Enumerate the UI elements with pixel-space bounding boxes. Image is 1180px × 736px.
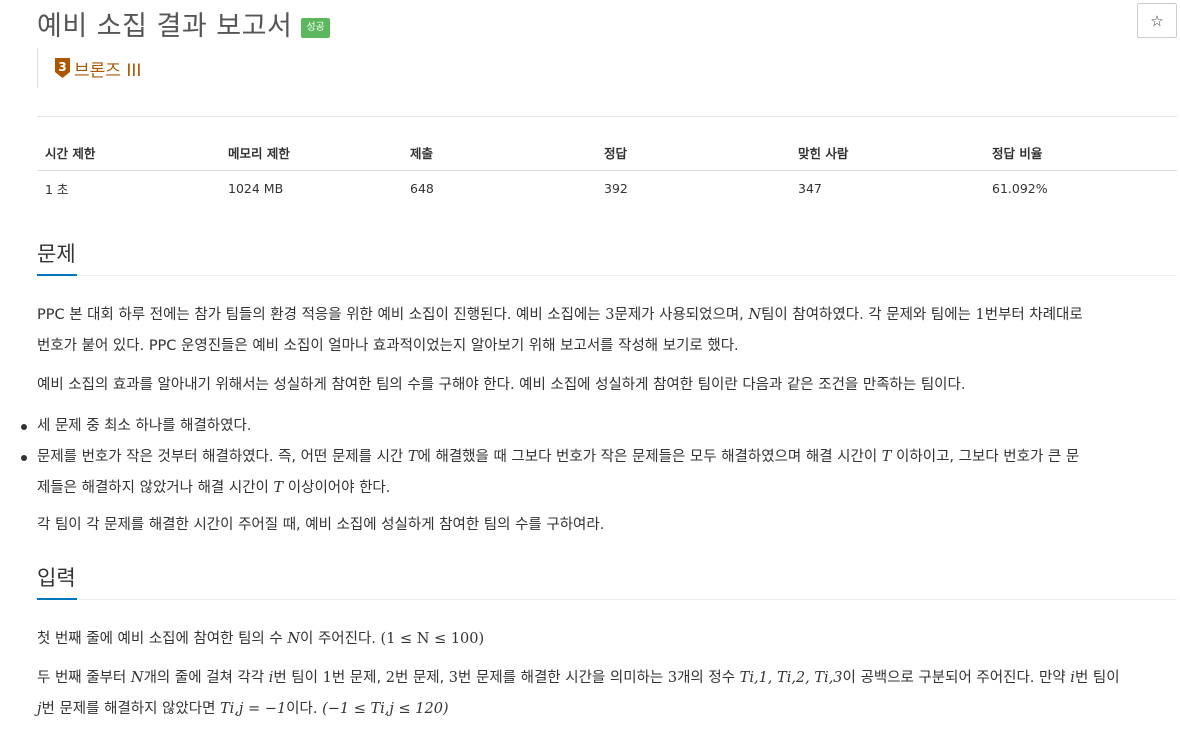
stats-header-memory-limit: 메모리 제한 xyxy=(220,136,402,171)
stats-accepted: 392 xyxy=(604,180,628,196)
math-number: 1 xyxy=(975,307,985,323)
text-run: 이하이고, 그보다 번호가 큰 문 xyxy=(891,449,1080,465)
stats-header-ratio: 정답 비율 xyxy=(984,136,1177,171)
text-run: 문제가 사용되었으며, xyxy=(614,307,749,323)
problem-section-heading: 문제 xyxy=(37,242,76,266)
math-number: 3 xyxy=(605,307,615,323)
section-accent xyxy=(37,274,77,276)
text-run: 세 문제 중 최소 하나를 해결하였다. xyxy=(37,418,252,434)
problem-paragraph-1: PPC 본 대회 하루 전에는 참가 팀들의 환경 적응을 위한 예비 소집이 … xyxy=(37,300,1177,362)
text-run: 번 팀이 xyxy=(1074,670,1120,686)
text-run: 제들은 해결하지 않았거나 해결 시간이 xyxy=(37,480,274,496)
list-item: 문제를 번호가 작은 것부터 해결하였다. 즉, 어떤 문제를 시간 T에 해결… xyxy=(21,442,1177,504)
text-run: 번 문제, xyxy=(331,670,386,686)
stats-time-limit: 1 초 xyxy=(45,181,69,197)
stats-value-row: 1 초 1024 MB 648 392 347 61.092% xyxy=(37,170,1177,206)
text-run: 이 공백으로 구분되어 주어진다. 만약 xyxy=(842,670,1071,686)
text-run: 이다. xyxy=(286,701,323,717)
tier-label[interactable]: 브론즈 III xyxy=(74,56,141,81)
text-run: 에 해결했을 때 그보다 번호가 작은 문제들은 모두 해결하였으며 해결 시간… xyxy=(417,449,882,465)
text-run: PPC 본 대회 하루 전에는 참가 팀들의 환경 적응을 위한 예비 소집이 … xyxy=(37,307,606,323)
math-number: 3 xyxy=(667,670,678,686)
title-row: 예비 소집 결과 보고서 성공 xyxy=(37,4,330,43)
text-run: 팀이 참여하였다. 각 문제와 팀에는 xyxy=(761,307,976,323)
text-run: 두 번째 줄부터 xyxy=(37,670,131,686)
stats-header-row: 시간 제한 메모리 제한 제출 정답 맞힌 사람 정답 비율 xyxy=(37,136,1177,171)
math-variable: T xyxy=(407,449,418,465)
stats-header-solvers: 맞힌 사람 xyxy=(790,136,984,171)
status-badge: 성공 xyxy=(301,17,330,38)
problem-title: 예비 소집 결과 보고서 xyxy=(37,11,293,42)
text-run: 첫 번째 줄에 예비 소집에 참여한 팀의 수 xyxy=(37,631,288,647)
problem-paragraph-3: 각 팀이 각 문제를 해결한 시간이 주어질 때, 예비 소집에 성실하게 참여… xyxy=(37,517,605,533)
text-run: 번 팀이 xyxy=(273,670,323,686)
math-expression: Ti,j = −1 xyxy=(220,701,287,717)
input-line-2: 두 번째 줄부터 N개의 줄에 걸쳐 각각 i번 팀이 1번 문제, 2번 문제… xyxy=(37,663,1177,725)
stats-submissions: 648 xyxy=(410,180,434,196)
math-variable: T xyxy=(881,449,892,465)
math-number: 3 xyxy=(448,670,459,686)
input-line-1: 첫 번째 줄에 예비 소집에 참여한 팀의 수 N이 주어진다. (1 ≤ N … xyxy=(37,624,1177,655)
math-variable: N xyxy=(130,670,144,686)
condition-list: 세 문제 중 최소 하나를 해결하였다. 문제를 번호가 작은 것부터 해결하였… xyxy=(21,411,1177,504)
input-section-underline xyxy=(37,598,1177,600)
math-variable: N xyxy=(748,307,762,323)
stats-header-accepted: 정답 xyxy=(596,136,790,171)
text-run: 번 문제를 해결한 시간을 의미하는 xyxy=(458,670,668,686)
bronze-tier-icon: 3 xyxy=(55,58,70,78)
math-variable: N xyxy=(287,631,300,647)
tier-row: 3 브론즈 III xyxy=(37,48,141,88)
text-run: 번 문제, xyxy=(394,670,449,686)
bullet-dot-icon xyxy=(21,424,27,430)
text-run: 번부터 차례대로 xyxy=(984,307,1083,323)
divider xyxy=(37,116,1177,117)
tier-level-number: 3 xyxy=(58,60,66,74)
problem-section-underline xyxy=(37,274,1177,276)
star-icon: ☆ xyxy=(1150,11,1164,30)
math-expression: Ti,1, Ti,2, Ti,3 xyxy=(739,670,843,686)
bullet-dot-icon xyxy=(21,455,27,461)
problem-paragraph-2: 예비 소집의 효과를 알아내기 위해서는 성실하게 참여한 팀의 수를 구해야 … xyxy=(37,377,966,393)
text-run: 문제를 번호가 작은 것부터 해결하였다. 즉, 어떤 문제를 시간 xyxy=(37,449,408,465)
math-number: 1 xyxy=(322,670,332,686)
math-expression: (1 ≤ N ≤ 100) xyxy=(380,631,485,647)
text-run: 이상이어야 한다. xyxy=(283,480,391,496)
list-item: 세 문제 중 최소 하나를 해결하였다. xyxy=(21,411,1177,442)
text-run: 번 문제를 해결하지 않았다면 xyxy=(41,701,221,717)
math-variable: T xyxy=(273,480,284,496)
text-run: 개의 정수 xyxy=(677,670,740,686)
text-run: 번호가 붙어 있다. PPC 운영진들은 예비 소집이 얼마나 효과적이었는지 … xyxy=(37,338,739,354)
problem-stats-table: 시간 제한 메모리 제한 제출 정답 맞힌 사람 정답 비율 1 초 1024 … xyxy=(37,136,1177,206)
text-run: 개의 줄에 걸쳐 각각 xyxy=(143,670,269,686)
math-expression: (−1 ≤ Ti,j ≤ 120) xyxy=(322,701,449,717)
stats-ratio: 61.092% xyxy=(992,180,1048,196)
favorite-button[interactable]: ☆ xyxy=(1137,3,1177,38)
stats-header-submissions: 제출 xyxy=(402,136,596,171)
stats-solvers: 347 xyxy=(798,180,822,196)
math-number: 2 xyxy=(385,670,395,686)
section-accent xyxy=(37,598,77,600)
input-section-heading: 입력 xyxy=(37,566,76,590)
stats-header-time-limit: 시간 제한 xyxy=(37,136,220,171)
text-run: 이 주어진다. xyxy=(300,631,381,647)
stats-memory-limit: 1024 MB xyxy=(228,180,284,196)
